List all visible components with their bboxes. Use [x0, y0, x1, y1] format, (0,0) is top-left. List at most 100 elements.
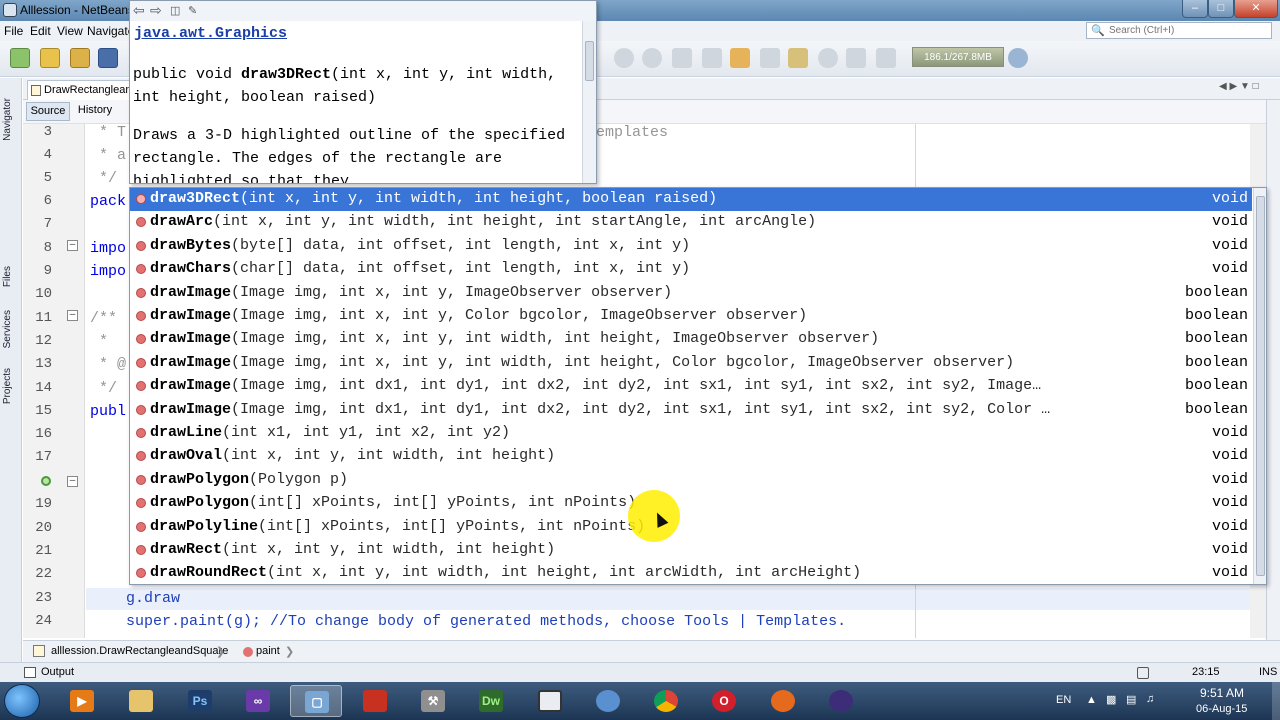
taskbar-app-network[interactable] [582, 685, 634, 717]
fold-toggle-icon[interactable]: – [67, 240, 78, 251]
tray-expand-icon[interactable]: ▲ [1086, 694, 1097, 706]
fold-toggle-icon[interactable]: – [67, 310, 78, 321]
javadoc-class-link[interactable]: java.awt.Graphics [134, 25, 287, 42]
completion-item[interactable]: drawImage(Image img, int x, int y, Image… [130, 282, 1252, 305]
taskbar-app-eclipse[interactable] [815, 685, 867, 717]
completion-item[interactable]: drawPolygon(int[] xPoints, int[] yPoints… [130, 492, 1252, 515]
taskbar-app-opera[interactable]: O [698, 685, 750, 717]
continue-icon[interactable] [642, 48, 662, 68]
network-tray-icon[interactable]: ▩ [1106, 693, 1116, 706]
completion-signature: drawChars(char[] data, int offset, int l… [150, 260, 1180, 277]
completion-item[interactable]: drawPolygon(Polygon p) void [130, 469, 1252, 492]
taskbar-app-media[interactable]: ▶ [56, 685, 108, 717]
completion-item[interactable]: drawImage(Image img, int x, int y, int w… [130, 328, 1252, 351]
menu-view[interactable]: View [57, 24, 83, 38]
fold-toggle-icon[interactable]: – [67, 476, 78, 487]
taskbar-app-netbeans[interactable]: ▢ [290, 685, 342, 717]
start-button[interactable] [4, 684, 40, 718]
menu-file[interactable]: File [4, 24, 23, 38]
tab-projects[interactable]: Projects [2, 368, 20, 404]
camera-icon[interactable] [876, 48, 896, 68]
completion-item[interactable]: drawOval(int x, int y, int width, int he… [130, 445, 1252, 468]
taskbar-app-dreamweaver[interactable]: Dw [465, 685, 517, 717]
taskbar-app-java[interactable] [349, 685, 401, 717]
completion-item[interactable]: drawRoundRect(int x, int y, int width, i… [130, 562, 1252, 584]
code-line: publ [90, 403, 127, 420]
memory-indicator[interactable]: 186.1/267.8MB [912, 47, 1004, 67]
method-icon [136, 264, 146, 275]
taskbar-app-explorer[interactable] [115, 685, 167, 717]
take-snapshot-icon[interactable] [846, 48, 866, 68]
apply-changes-icon[interactable] [818, 48, 838, 68]
gc-icon[interactable] [1008, 48, 1028, 68]
code-completion-list: draw3DRect(int x, int y, int width, int … [129, 187, 1267, 585]
tab-navigator[interactable]: Navigator [2, 98, 20, 141]
completion-item[interactable]: draw3DRect(int x, int y, int width, int … [130, 188, 1252, 211]
tab-services[interactable]: Services [2, 310, 20, 348]
taskbar-app-firefox[interactable] [757, 685, 809, 717]
override-marker-icon[interactable] [41, 476, 51, 486]
language-indicator[interactable]: EN [1056, 694, 1071, 706]
step-into-icon[interactable] [702, 48, 722, 68]
signal-icon[interactable]: ▤ [1126, 693, 1136, 706]
completion-item[interactable]: drawLine(int x1, int y1, int x2, int y2)… [130, 422, 1252, 445]
taskbar-app-visualstudio[interactable]: ∞ [232, 685, 284, 717]
open-project-icon[interactable] [70, 48, 90, 68]
completion-scrollbar[interactable] [1253, 188, 1266, 584]
completion-item[interactable]: drawArc(int x, int y, int width, int hei… [130, 211, 1252, 234]
clock-time[interactable]: 9:51 AM [1200, 686, 1244, 700]
save-all-icon[interactable] [98, 48, 118, 68]
line-number: 14 [35, 380, 52, 396]
goto-source-icon[interactable]: ✎ [188, 4, 197, 17]
file-tab[interactable]: DrawRectangleandSquare.java [27, 80, 131, 100]
taskbar-app-window[interactable] [524, 685, 576, 717]
taskbar-app-photoshop[interactable]: Ps [174, 685, 226, 717]
volume-icon[interactable]: ♫ [1146, 693, 1154, 705]
completion-item[interactable]: drawImage(Image img, int x, int y, Color… [130, 305, 1252, 328]
run-to-cursor-icon[interactable] [788, 48, 808, 68]
source-button[interactable]: Source [26, 102, 70, 121]
javadoc-scrollbar[interactable] [582, 21, 596, 183]
back-icon[interactable]: ⇦ [133, 2, 145, 19]
search-input[interactable] [1109, 24, 1269, 37]
completion-return-type: void [1211, 213, 1248, 231]
output-tab[interactable]: Output [41, 666, 74, 678]
completion-item[interactable]: drawRect(int x, int y, int width, int he… [130, 539, 1252, 562]
breadcrumb-class[interactable]: alllession.DrawRectangleandSquare [51, 645, 228, 657]
search-box[interactable]: 🔍 [1086, 22, 1272, 39]
open-browser-icon[interactable]: ◫ [170, 4, 180, 17]
new-file-icon[interactable] [10, 48, 30, 68]
error-stripe[interactable] [1266, 100, 1280, 660]
taskbar-app-tools[interactable]: ⚒ [407, 685, 459, 717]
completion-scroll-thumb[interactable] [1256, 196, 1265, 576]
taskbar-app-chrome[interactable] [640, 685, 692, 717]
history-button[interactable]: History [73, 102, 117, 121]
menu-edit[interactable]: Edit [30, 24, 51, 38]
completion-item[interactable]: drawImage(Image img, int dx1, int dy1, i… [130, 375, 1252, 398]
menu-navigate[interactable]: Navigate [87, 24, 134, 38]
completion-item[interactable]: drawImage(Image img, int x, int y, int w… [130, 352, 1252, 375]
javadoc-scroll-thumb[interactable] [585, 41, 594, 81]
completion-item[interactable]: drawChars(char[] data, int offset, int l… [130, 258, 1252, 281]
completion-item[interactable]: drawBytes(byte[] data, int offset, int l… [130, 235, 1252, 258]
forward-icon[interactable]: ⇨ [150, 2, 162, 19]
line-number: 22 [35, 566, 52, 582]
completion-item[interactable]: drawPolyline(int[] xPoints, int[] yPoint… [130, 516, 1252, 539]
breadcrumb-method[interactable]: paint [256, 645, 280, 657]
step-out-icon[interactable] [760, 48, 780, 68]
tab-files[interactable]: Files [2, 266, 20, 287]
minimize-button[interactable]: – [1182, 0, 1208, 18]
close-button[interactable]: ✕ [1234, 0, 1278, 18]
pause-icon[interactable] [614, 48, 634, 68]
notification-icon[interactable] [1137, 667, 1149, 679]
show-desktop-button[interactable] [1272, 682, 1280, 720]
tab-scroll-arrows[interactable]: ◀ ▶ ▼ □ [1219, 81, 1259, 92]
completion-item[interactable]: drawImage(Image img, int dx1, int dy1, i… [130, 399, 1252, 422]
clock-date[interactable]: 06-Aug-15 [1196, 703, 1247, 715]
new-project-icon[interactable] [40, 48, 60, 68]
step-over-icon[interactable] [672, 48, 692, 68]
completion-method-name: drawImage [150, 307, 232, 324]
netbeans-icon: ▢ [305, 691, 329, 713]
download-icon[interactable] [730, 48, 750, 68]
maximize-button[interactable]: □ [1208, 0, 1234, 18]
